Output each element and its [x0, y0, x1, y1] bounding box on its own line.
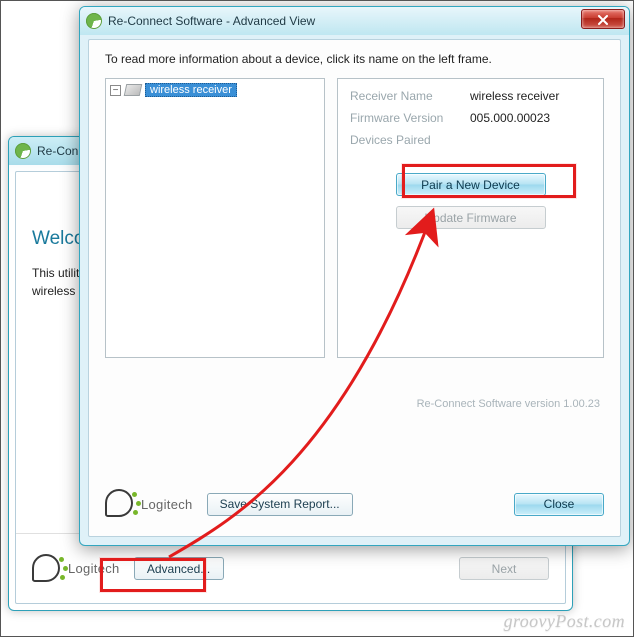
- window-close-button[interactable]: [581, 9, 625, 29]
- tree-row-root[interactable]: − wireless receiver: [110, 83, 320, 97]
- client-area-front: To read more information about a device,…: [88, 39, 621, 537]
- brand-text-front: Logitech: [141, 497, 193, 512]
- value-firmware: 005.000.00023: [470, 111, 591, 125]
- footer-front: Logitech Save System Report... Close: [89, 472, 620, 536]
- update-firmware-button: Update Firmware: [396, 206, 546, 229]
- panes-container: − wireless receiver Receiver Name wirele…: [105, 78, 604, 358]
- titlebar-front[interactable]: Re-Connect Software - Advanced View: [80, 7, 629, 35]
- tree-item-receiver[interactable]: wireless receiver: [145, 83, 237, 97]
- device-detail-pane: Receiver Name wireless receiver Firmware…: [337, 78, 604, 358]
- app-icon: [86, 13, 102, 29]
- brand-text-back: Logitech: [68, 561, 120, 576]
- brand-block-front: Logitech: [105, 489, 193, 519]
- save-system-report-button[interactable]: Save System Report...: [207, 493, 353, 516]
- receiver-icon: [124, 84, 143, 96]
- close-icon: [597, 15, 609, 25]
- label-firmware: Firmware Version: [350, 111, 470, 125]
- app-icon: [15, 143, 31, 159]
- tree-collapse-icon[interactable]: −: [110, 85, 121, 96]
- info-grid: Receiver Name wireless receiver Firmware…: [350, 89, 591, 147]
- value-receiver-name: wireless receiver: [470, 89, 591, 103]
- action-button-stack: Pair a New Device Update Firmware: [350, 173, 591, 229]
- window-title-back: Re-Conn: [37, 144, 85, 158]
- window-reconnect-advanced: Re-Connect Software - Advanced View To r…: [79, 6, 630, 546]
- next-button: Next: [459, 557, 549, 580]
- label-receiver-name: Receiver Name: [350, 89, 470, 103]
- window-title-front: Re-Connect Software - Advanced View: [108, 14, 315, 28]
- advanced-button[interactable]: Advanced...: [134, 557, 224, 580]
- instruction-text: To read more information about a device,…: [105, 52, 604, 66]
- label-devices-paired: Devices Paired: [350, 133, 470, 147]
- pair-new-device-button[interactable]: Pair a New Device: [396, 173, 546, 196]
- logitech-logo-icon: [105, 489, 135, 519]
- close-button[interactable]: Close: [514, 493, 604, 516]
- brand-block-back: Logitech: [32, 554, 120, 584]
- screenshot-stage: Re-Conn Welco This utility wireless d Lo…: [0, 0, 634, 637]
- watermark-text: groovyPost.com: [504, 611, 625, 632]
- logitech-logo-icon: [32, 554, 62, 584]
- device-tree-pane[interactable]: − wireless receiver: [105, 78, 325, 358]
- version-text: Re-Connect Software version 1.00.23: [105, 398, 604, 410]
